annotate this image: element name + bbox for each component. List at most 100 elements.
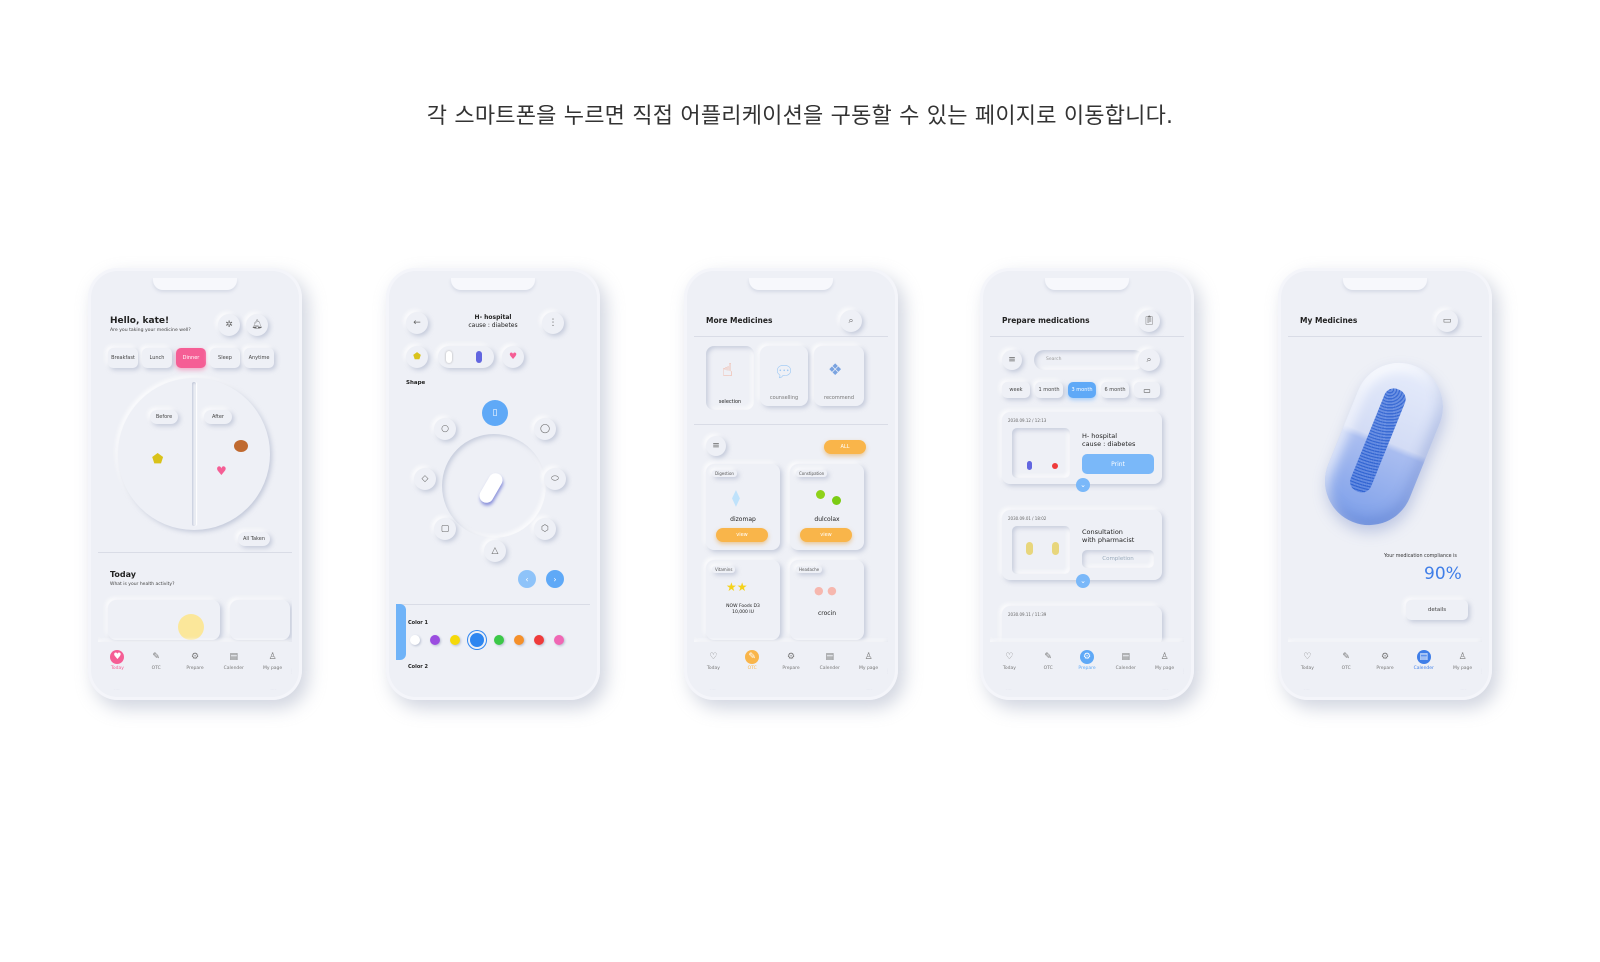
color-swatch[interactable] xyxy=(554,635,564,645)
selected-pill-preview[interactable] xyxy=(438,346,494,368)
all-taken-button[interactable]: All Taken xyxy=(238,532,270,546)
meal-chip-breakfast[interactable]: Breakfast xyxy=(108,348,138,368)
phone-more-medicines[interactable]: More Medicines ⌕ ☝ selection 💬︎ counsell… xyxy=(684,268,898,700)
activity-card[interactable] xyxy=(108,600,220,640)
shape-round-button[interactable]: ◯ xyxy=(534,418,556,440)
search-icon[interactable]: ⌕ xyxy=(840,310,862,332)
star-pill-icon[interactable]: ⬟ xyxy=(406,346,428,368)
medicines-screen: More Medicines ⌕ ☝ selection 💬︎ counsell… xyxy=(694,278,888,690)
phone-prepare[interactable]: Prepare medications 📋︎ ≡ Search ⌕ week 1… xyxy=(980,268,1194,700)
nav-my-page[interactable]: ♙ My page xyxy=(258,650,288,671)
calendar-icon[interactable]: ▭ xyxy=(1134,382,1160,398)
medicine-card-now-foods[interactable]: Vitamins ★★ NOW Foods D3 10,000 IU xyxy=(706,560,780,640)
side-drawer-handle[interactable] xyxy=(396,604,406,660)
meal-chip-dinner[interactable]: Dinner xyxy=(176,348,206,368)
nav-today[interactable]: ♡ Today xyxy=(994,650,1024,671)
nav-my-page[interactable]: ♙ My page xyxy=(1448,650,1478,671)
shape-screen: ← H- hospital cause : diabetes ⋮ ⬟ ♥ Sha… xyxy=(396,278,590,690)
nav-calender[interactable]: ▤ Calender xyxy=(219,650,249,671)
round-pill-icon[interactable] xyxy=(234,440,248,452)
nav-otc[interactable]: ✎ OTC xyxy=(1331,650,1361,671)
nav-today[interactable]: ♡ Today xyxy=(1292,650,1322,671)
chevron-down-icon[interactable]: ⌄ xyxy=(1076,478,1090,492)
nav-calender[interactable]: ▤ Calender xyxy=(1111,650,1141,671)
filter-icon[interactable]: ≡ xyxy=(706,436,726,456)
pill-plate[interactable]: Before After ⬟ ♥ xyxy=(118,378,270,530)
nav-calender[interactable]: ▤ Calender xyxy=(815,650,845,671)
meal-chip-anytime[interactable]: Anytime xyxy=(244,348,274,368)
nav-today[interactable]: ♥ Today xyxy=(102,650,132,671)
record-card-consultation[interactable]: 2030.09.01 / 18:02 Consultation with pha… xyxy=(1002,510,1162,580)
period-6-month[interactable]: 6 month xyxy=(1101,382,1129,398)
phone-my-medicines[interactable]: My Medicines ▭ Your medication complianc… xyxy=(1278,268,1492,700)
search-input[interactable]: Search xyxy=(1034,350,1144,370)
record-card[interactable]: 2030.09.11 / 11:39 xyxy=(1002,606,1162,646)
phone-today[interactable]: Hello, kate! Are you taking your medicin… xyxy=(88,268,302,700)
nav-otc[interactable]: ✎ OTC xyxy=(1033,650,1063,671)
nav-prepare[interactable]: ⚙ Prepare xyxy=(1370,650,1400,671)
shape-oval-button[interactable]: ⬭ xyxy=(544,468,566,490)
period-week[interactable]: week xyxy=(1002,382,1030,398)
nav-today[interactable]: ♡ Today xyxy=(698,650,728,671)
heart-pill-icon[interactable]: ♥ xyxy=(216,464,227,478)
completion-button[interactable]: Completion xyxy=(1082,550,1154,568)
activity-card[interactable] xyxy=(230,600,290,640)
bell-icon[interactable]: 🔔︎ xyxy=(246,314,268,336)
meal-chip-lunch[interactable]: Lunch xyxy=(142,348,172,368)
view-button[interactable]: view xyxy=(800,528,852,542)
shape-label: Shape xyxy=(406,380,426,386)
shape-square-button[interactable]: ▢ xyxy=(434,518,456,540)
filter-all-button[interactable]: ALL xyxy=(824,440,866,454)
nav-my-page[interactable]: ♙ My page xyxy=(1150,650,1180,671)
medicine-card-dizomap[interactable]: Digestion ⧫ dizomap view xyxy=(706,464,780,550)
filter-icon[interactable]: ≡ xyxy=(1002,350,1022,370)
star-pill-icon[interactable]: ⬟ xyxy=(152,452,163,467)
search-icon[interactable]: ⌕ xyxy=(1138,349,1160,371)
category-counselling[interactable]: 💬︎ counselling xyxy=(760,346,808,406)
record-card-hospital[interactable]: 2030.09.12 / 12:13 H- hospital cause : d… xyxy=(1002,412,1162,484)
period-3-month[interactable]: 3 month xyxy=(1068,382,1096,398)
color-swatch[interactable] xyxy=(430,635,440,645)
nav-prepare[interactable]: ⚙ Prepare xyxy=(180,650,210,671)
shape-triangle-button[interactable]: △ xyxy=(484,540,506,562)
color-swatch[interactable] xyxy=(470,633,484,647)
nav-otc[interactable]: ✎ OTC xyxy=(737,650,767,671)
medicine-card-crocin[interactable]: Headache ● ● crocin xyxy=(790,560,864,640)
next-arrow-icon[interactable]: › xyxy=(546,570,564,588)
pill-settings-icon[interactable]: ✲ xyxy=(218,314,240,336)
details-button[interactable]: details xyxy=(1406,600,1468,620)
color-swatch[interactable] xyxy=(494,635,504,645)
shape-diamond-button[interactable]: ◇ xyxy=(414,468,436,490)
phone-shape-editor[interactable]: ← H- hospital cause : diabetes ⋮ ⬟ ♥ Sha… xyxy=(386,268,600,700)
color-swatch[interactable] xyxy=(410,635,420,645)
nav-otc[interactable]: ✎ OTC xyxy=(141,650,171,671)
back-arrow-icon[interactable]: ← xyxy=(406,312,428,334)
nav-prepare[interactable]: ⚙ Prepare xyxy=(776,650,806,671)
chevron-down-icon[interactable]: ⌄ xyxy=(1076,574,1090,588)
color-swatch[interactable] xyxy=(534,635,544,645)
color-swatch[interactable] xyxy=(514,635,524,645)
calendar-icon[interactable]: ▭ xyxy=(1436,310,1458,332)
shape-hexagon-button[interactable]: ⬡ xyxy=(534,518,556,540)
clipboard-icon[interactable]: 📋︎ xyxy=(1138,310,1160,332)
nav-prepare[interactable]: ⚙ Prepare xyxy=(1072,650,1102,671)
heart-icon: ♡ xyxy=(1005,652,1014,662)
nav-my-page[interactable]: ♙ My page xyxy=(854,650,884,671)
category-recommend[interactable]: ❖ recommend xyxy=(814,346,864,406)
before-label: Before xyxy=(150,410,178,424)
print-button[interactable]: Print xyxy=(1082,454,1154,474)
meal-chip-sleep[interactable]: Sleep xyxy=(210,348,240,368)
shape-oblong-selected[interactable]: ▯ xyxy=(482,400,508,426)
more-options-icon[interactable]: ⋮ xyxy=(542,312,564,334)
pill-preview-icon xyxy=(476,470,506,506)
period-1-month[interactable]: 1 month xyxy=(1035,382,1063,398)
prev-arrow-icon[interactable]: ‹ xyxy=(518,570,536,588)
nav-calender[interactable]: ▤ Calender xyxy=(1409,650,1439,671)
category-selection[interactable]: ☝ selection xyxy=(706,346,754,410)
heart-pill-icon[interactable]: ♥ xyxy=(502,346,524,368)
view-button[interactable]: view xyxy=(716,528,768,542)
color-swatch[interactable] xyxy=(450,635,460,645)
compliance-value: 90% xyxy=(1424,564,1462,584)
shape-circle-button[interactable]: ○ xyxy=(434,418,456,440)
medicine-card-dulcolax[interactable]: Constipation dulcolax view xyxy=(790,464,864,550)
